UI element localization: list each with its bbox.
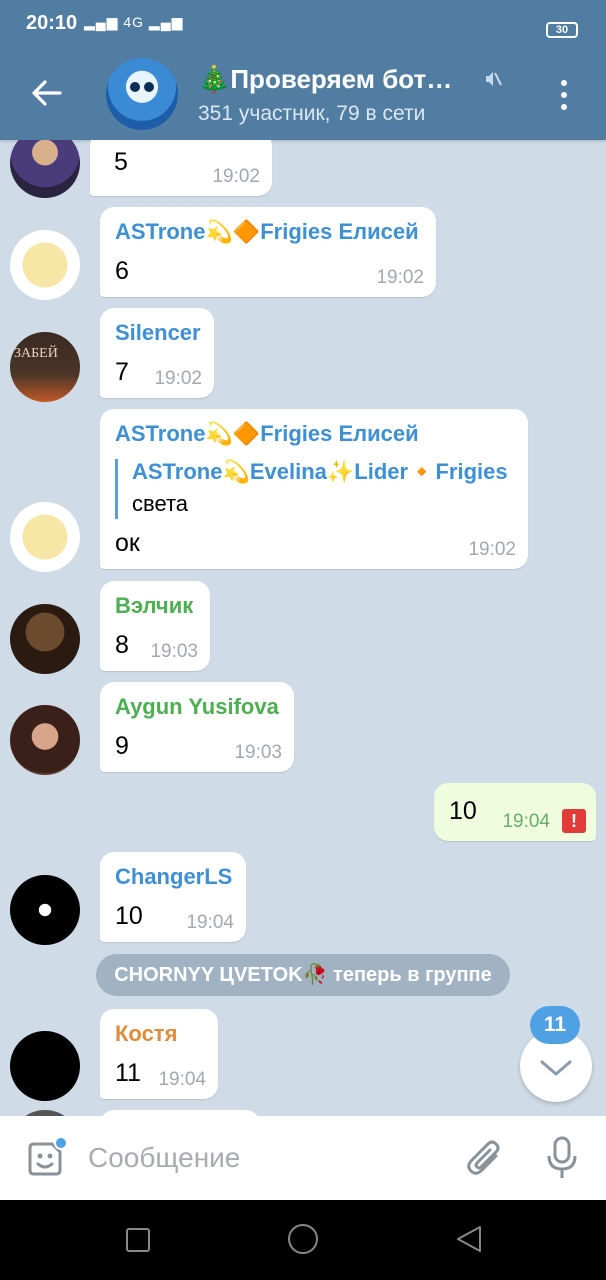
chat-subtitle: 351 участник, 79 в сети <box>198 102 426 125</box>
message-time: 19:04 <box>158 1069 206 1090</box>
message-input-bar <box>0 1116 606 1200</box>
sender-name[interactable]: Костя <box>115 1021 177 1047</box>
message-time: 19:04 <box>502 811 550 832</box>
message-time: 19:03 <box>234 742 282 763</box>
message-text: 8 <box>115 631 129 659</box>
message-bubble[interactable]: ASTrone💫🔶Frigies Елисей ASTrone💫Evelina✨… <box>100 409 528 569</box>
reply-author: ASTrone💫Evelina✨Lider🔸Frigies <box>132 459 508 484</box>
message-bubble[interactable]: Вэлчик 8 19:03 <box>100 581 210 671</box>
error-icon[interactable]: ! <box>562 809 586 833</box>
message-bubble[interactable]: ASTrone💫🔶Frigies Елисей 6 19:02 <box>100 207 436 297</box>
battery-icon: 30 <box>546 22 578 38</box>
chat-messages[interactable]: 5 19:02 ASTrone💫🔶Frigies Елисей 6 19:02 … <box>0 140 606 1116</box>
sender-name[interactable]: ChangerLS <box>115 864 232 890</box>
service-message: CHORNYY ЦVETOK🥀 теперь в группе <box>96 954 510 996</box>
message-text: 7 <box>115 358 129 386</box>
message-time: 19:02 <box>212 166 260 187</box>
message-text: 10 <box>115 902 143 930</box>
system-nav-bar <box>0 1200 606 1280</box>
avatar[interactable] <box>10 705 80 775</box>
message-time: 19:02 <box>376 267 424 288</box>
avatar[interactable]: ЗАБЕЙ <box>10 332 80 402</box>
message-text: 9 <box>115 732 129 760</box>
chat-title[interactable]: 🎄Проверяем бот… <box>198 64 452 95</box>
avatar-text: ЗАБЕЙ <box>14 346 58 361</box>
message-time: 19:03 <box>150 641 198 662</box>
reply-quote[interactable]: ASTrone💫Evelina✨Lider🔸Frigies света <box>115 459 508 519</box>
message-bubble[interactable]: Костя 11 19:04 <box>100 1009 218 1099</box>
microphone-icon[interactable] <box>546 1136 578 1180</box>
message-input[interactable] <box>88 1138 448 1178</box>
system-back-icon[interactable] <box>454 1224 484 1254</box>
outgoing-message-bubble[interactable]: 10 19:04 ! <box>434 783 596 841</box>
status-bar: 20:10 ▂▄▆ 4G ▂▄▆ 30 <box>0 0 606 46</box>
message-bubble[interactable]: Aygun Yusifova 9 19:03 <box>100 682 294 772</box>
chat-header: 🎄Проверяем бот… 351 участник, 79 в сети <box>0 46 606 140</box>
avatar[interactable] <box>10 875 80 945</box>
message-text: 5 <box>114 148 128 176</box>
message-text: 11 <box>115 1059 141 1087</box>
signal-icon: ▂▄▆ 4G ▂▄▆ <box>84 14 184 30</box>
more-vertical-icon[interactable] <box>552 78 576 112</box>
message-bubble[interactable]: Silencer 7 19:02 <box>100 308 214 398</box>
message-text: 10 <box>449 797 477 825</box>
home-button[interactable] <box>288 1224 318 1254</box>
status-time: 20:10 <box>26 12 78 34</box>
network-type: 4G <box>123 14 145 30</box>
paperclip-icon[interactable] <box>466 1138 504 1180</box>
reply-text: света <box>132 491 189 516</box>
back-arrow-icon[interactable] <box>30 78 62 108</box>
avatar[interactable] <box>10 230 80 300</box>
mute-icon <box>484 70 502 93</box>
avatar[interactable] <box>10 502 80 572</box>
avatar[interactable] <box>10 1031 80 1101</box>
sender-name[interactable]: Aygun Yusifova <box>115 694 279 720</box>
sender-name[interactable]: ASTrone💫🔶Frigies Елисей <box>115 219 419 245</box>
message-time: 19:02 <box>468 539 516 560</box>
robot-eye-right <box>144 82 154 92</box>
sender-name[interactable]: Silencer <box>115 320 201 346</box>
message-time: 19:02 <box>154 368 202 389</box>
message-time: 19:04 <box>186 912 234 933</box>
message-bubble[interactable]: ChangerLS 10 19:04 <box>100 852 246 942</box>
notification-dot <box>54 1136 68 1150</box>
recents-button[interactable] <box>126 1228 150 1252</box>
robot-eye-left <box>130 82 140 92</box>
sender-name[interactable]: Вэлчик <box>115 593 193 619</box>
sender-name[interactable]: ASTrone💫🔶Frigies Елисей <box>115 421 419 447</box>
avatar[interactable] <box>10 604 80 674</box>
message-text: 6 <box>115 257 129 285</box>
message-bubble[interactable]: 5 19:02 <box>90 140 272 196</box>
message-text: ок <box>115 529 140 557</box>
group-avatar[interactable] <box>106 58 178 130</box>
unread-badge[interactable]: 11 <box>530 1006 580 1044</box>
avatar[interactable] <box>10 140 80 198</box>
